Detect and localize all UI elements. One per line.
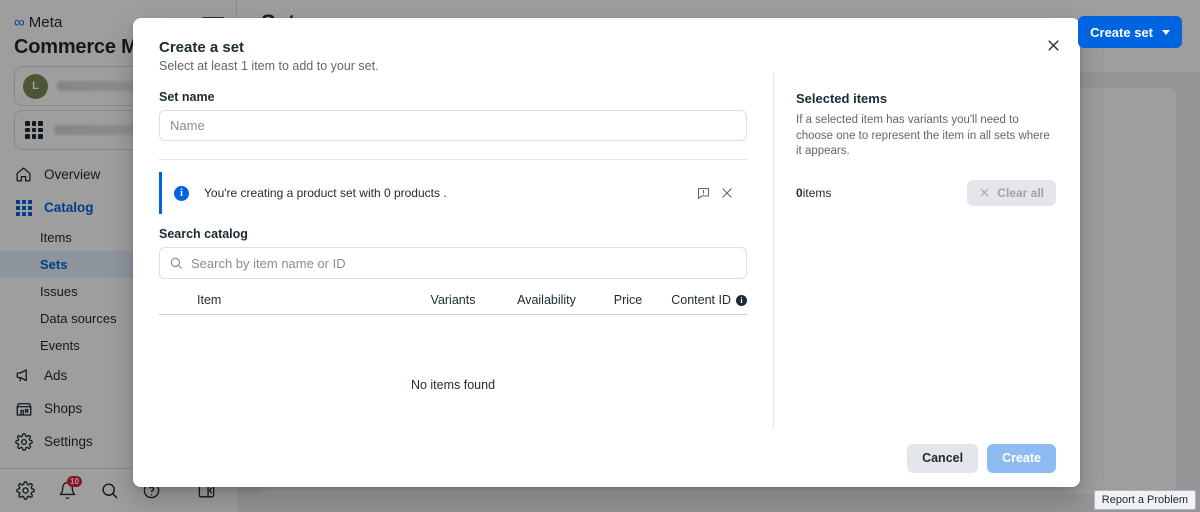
modal-footer: Cancel Create [133, 429, 1080, 487]
selected-items-panel: Selected items If a selected item has va… [773, 73, 1080, 471]
chevron-down-icon [1162, 29, 1170, 35]
search-catalog-section: Search catalog [159, 227, 747, 279]
modal-body: Set name i You're creating a product set… [133, 73, 1080, 471]
column-header-variants[interactable]: Variants [407, 293, 499, 307]
clear-all-label: Clear all [997, 185, 1044, 200]
selected-items-count-unit: items [802, 185, 832, 200]
table-header-row: Item Variants Availability Price Content… [159, 293, 747, 315]
empty-state-message: No items found [410, 378, 496, 392]
modal-header: Create a set Select at least 1 item to a… [133, 18, 1080, 73]
feedback-icon[interactable] [691, 181, 715, 205]
create-button[interactable]: Create [987, 443, 1056, 473]
set-name-label: Set name [159, 90, 215, 104]
info-icon[interactable]: i [736, 294, 747, 306]
modal-title: Create a set [159, 39, 245, 56]
report-problem-button[interactable]: Report a Problem [1093, 490, 1196, 510]
create-set-modal: Create a set Select at least 1 item to a… [133, 18, 1080, 487]
search-input[interactable] [159, 247, 747, 279]
info-icon: i [174, 185, 189, 201]
selected-items-description: If a selected item has variants you'll n… [796, 114, 1050, 158]
selected-items-title: Selected items [796, 91, 888, 106]
items-table: Item Variants Availability Price Content… [159, 293, 747, 392]
info-banner: i You're creating a product set with 0 p… [159, 172, 747, 214]
search-box [159, 247, 747, 279]
info-banner-text: You're creating a product set with 0 pro… [204, 186, 447, 200]
column-header-content-id[interactable]: Content ID i [662, 293, 747, 307]
set-name-input[interactable] [159, 110, 747, 141]
column-header-content-id-label: Content ID [671, 293, 731, 307]
divider [159, 159, 747, 160]
cancel-button[interactable]: Cancel [907, 443, 979, 473]
column-header-item[interactable]: Item [159, 293, 407, 307]
column-header-price[interactable]: Price [594, 293, 662, 307]
selected-items-count-row: 0items Clear all [796, 179, 1056, 206]
close-icon[interactable] [1038, 30, 1068, 60]
create-set-label: Create set [1090, 24, 1153, 40]
close-icon [979, 187, 990, 198]
close-icon[interactable] [715, 181, 739, 205]
modal-subtitle: Select at least 1 item to add to your se… [159, 59, 379, 73]
create-set-button[interactable]: Create set [1078, 16, 1182, 48]
modal-left-pane: Set name i You're creating a product set… [133, 73, 773, 471]
selected-items-count: 0items [796, 186, 831, 200]
selected-items-count-number: 0 [796, 185, 803, 200]
search-catalog-label: Search catalog [159, 227, 248, 241]
clear-all-button[interactable]: Clear all [967, 179, 1056, 206]
column-header-availability[interactable]: Availability [499, 293, 594, 307]
